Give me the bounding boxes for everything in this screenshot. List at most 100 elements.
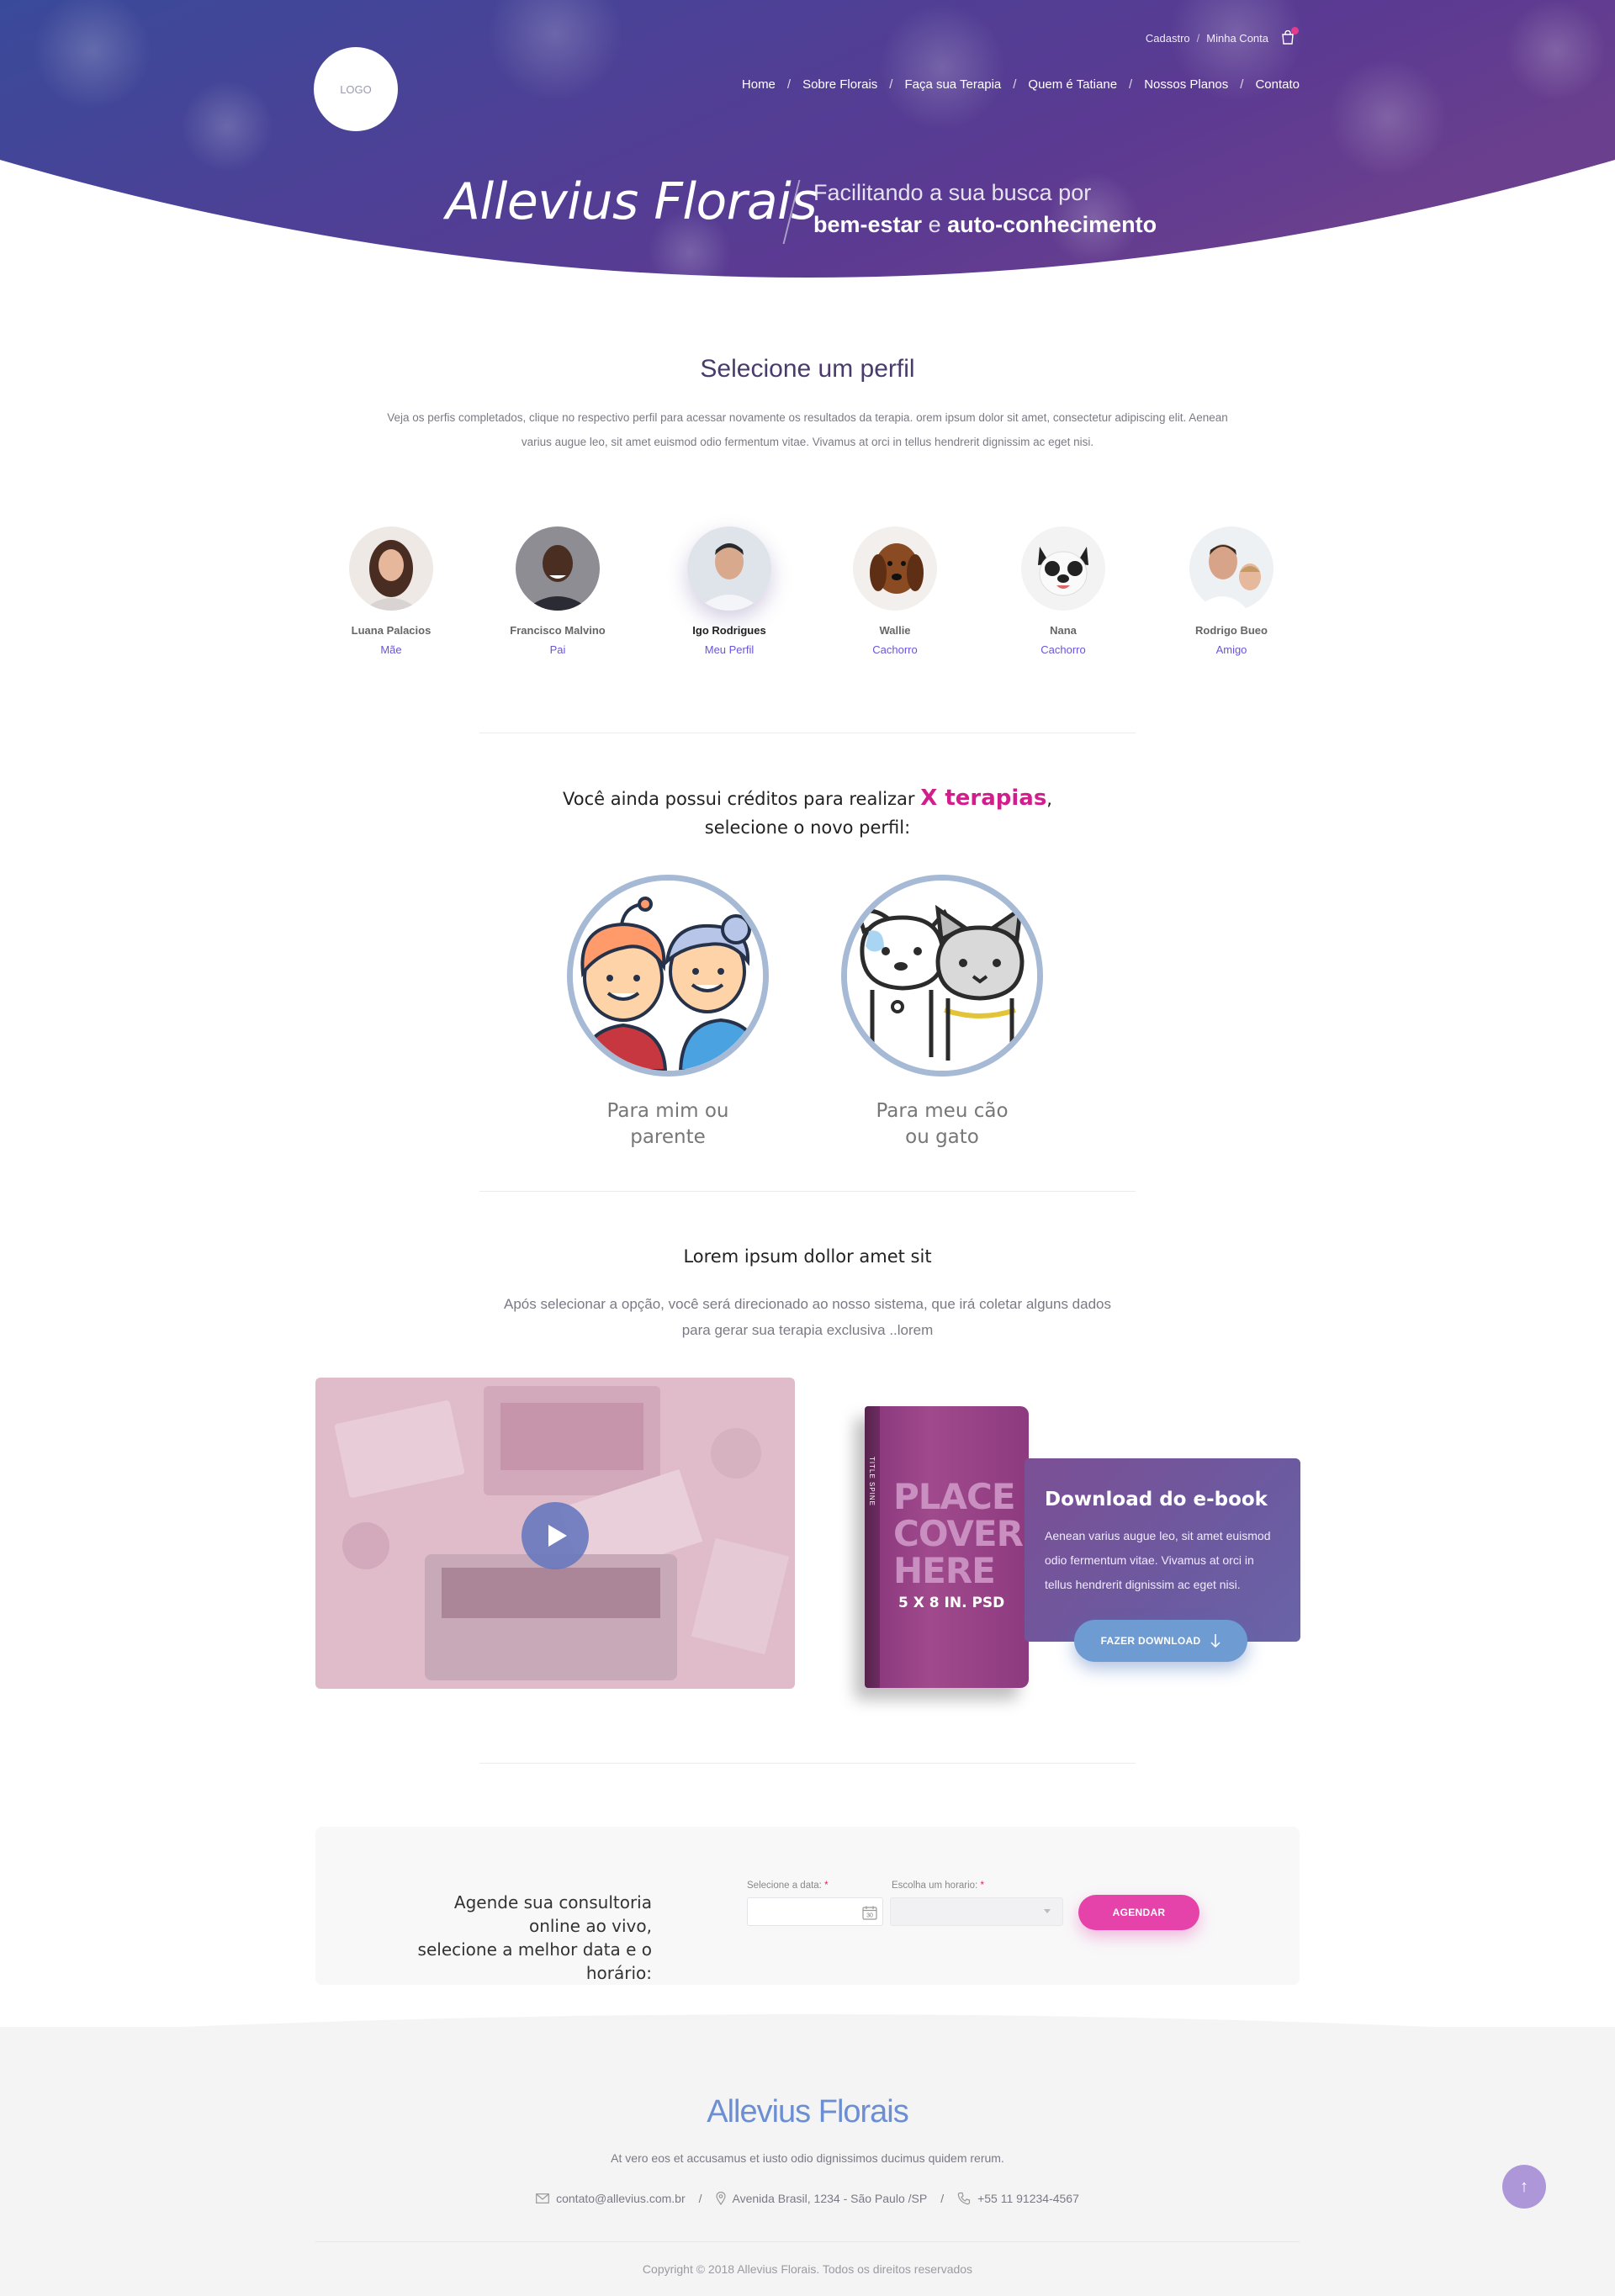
nav-home[interactable]: Home	[742, 77, 776, 92]
choice-person-label-line2: parente	[630, 1126, 706, 1148]
profile-role: Cachorro	[872, 643, 918, 656]
contact-phone[interactable]: +55 11 91234-4567	[957, 2192, 1079, 2205]
calendar-icon[interactable]: 30	[862, 1905, 877, 1920]
profiles-title: Selecione um perfil	[700, 355, 915, 383]
choice-person[interactable]: Para mim ou parente	[559, 875, 777, 1151]
ebook-text: Aenean varius augue leo, sit amet euismo…	[1045, 1529, 1271, 1591]
phone-icon	[957, 2192, 971, 2205]
download-button-label: FAZER DOWNLOAD	[1100, 1635, 1201, 1647]
copyright: Copyright © 2018 Allevius Florais. Todos…	[642, 2262, 973, 2276]
profile-card[interactable]: Rodrigo Bueo Amigo	[1156, 526, 1307, 656]
contact-address-text: Avenida Brasil, 1234 - São Paulo /SP	[732, 2192, 928, 2205]
profile-avatar[interactable]	[687, 526, 771, 611]
choice-person-label-line1: Para mim ou	[606, 1100, 729, 1122]
date-input[interactable]: 30	[747, 1897, 883, 1926]
book-cover-line1: PLACE	[893, 1476, 1016, 1517]
profiles-description: Veja os perfis completados, clique no re…	[387, 411, 1228, 448]
profile-name: Luana Palacios	[351, 624, 432, 637]
nav-separator: /	[786, 77, 792, 92]
choice-pet-label-line1: Para meu cão	[876, 1100, 1009, 1122]
credits-line1: Você ainda possui créditos para realizar	[563, 789, 915, 809]
required-mark: *	[824, 1881, 829, 1891]
hero-banner	[0, 0, 1615, 313]
calendar-day: 30	[866, 1913, 873, 1919]
arrow-up-icon: ↑	[1520, 2177, 1528, 2196]
contact-phone-text: +55 11 91234-4567	[977, 2192, 1079, 2205]
hero-subtitle-connector: e	[928, 212, 941, 237]
back-to-top-button[interactable]: ↑	[1502, 2165, 1546, 2209]
book-cover-line3: HERE	[893, 1550, 996, 1591]
book-cover-line2: COVER	[893, 1513, 1024, 1554]
footer-brand: Allevius Florais	[707, 2094, 909, 2129]
contact-email[interactable]: contato@allevius.com.br	[536, 2192, 686, 2205]
profile-card[interactable]: Wallie Cachorro	[819, 526, 971, 656]
nav-quem-e-tatiane[interactable]: Quem é Tatiane	[1028, 77, 1117, 92]
profile-role: Amigo	[1215, 643, 1247, 656]
profile-name: Nana	[1050, 624, 1077, 637]
footer-contacts: contato@allevius.com.br / Avenida Brasil…	[0, 2192, 1615, 2205]
profile-card[interactable]: Luana Palacios Mãe	[315, 526, 467, 656]
cart-icon[interactable]	[1280, 27, 1299, 45]
people-illustration-icon[interactable]	[567, 875, 769, 1077]
download-ebook-button[interactable]: FAZER DOWNLOAD	[1074, 1620, 1247, 1662]
credits-line2: selecione o novo perfil:	[704, 817, 911, 838]
contact-email-text: contato@allevius.com.br	[556, 2192, 686, 2205]
profile-avatar[interactable]	[1189, 526, 1273, 611]
schedule-button-label: AGENDAR	[1112, 1907, 1166, 1918]
profile-card-active[interactable]: Igo Rodrigues Meu Perfil	[654, 526, 805, 656]
profile-role: Mãe	[380, 643, 402, 656]
nav-nossos-planos[interactable]: Nossos Planos	[1144, 77, 1228, 92]
schedule-button[interactable]: AGENDAR	[1078, 1895, 1199, 1930]
book-size-label: 5 X 8 IN. PSD	[898, 1595, 1005, 1611]
ebook-card: Download do e-book Aenean varius augue l…	[1025, 1458, 1300, 1642]
account-link[interactable]: Minha Conta	[1206, 32, 1268, 45]
book-spine	[865, 1406, 880, 1688]
info-text: Após selecionar a opção, você será direc…	[471, 1291, 1144, 1343]
play-button[interactable]	[522, 1502, 589, 1569]
choice-person-label: Para mim ou parente	[559, 1098, 777, 1151]
top-links-separator: /	[1196, 31, 1200, 45]
main-nav: Home / Sobre Florais / Faça sua Terapia …	[742, 77, 1300, 92]
register-link[interactable]: Cadastro	[1146, 32, 1190, 45]
nav-contato[interactable]: Contato	[1255, 77, 1300, 92]
profile-card[interactable]: Francisco Malvino Pai	[482, 526, 633, 656]
choice-pet[interactable]: Para meu cão ou gato	[833, 875, 1051, 1151]
info-text-line2: para gerar sua terapia exclusiva ..lorem	[681, 1322, 934, 1338]
profile-name: Rodrigo Bueo	[1195, 624, 1268, 637]
play-icon	[548, 1525, 567, 1547]
profile-role: Pai	[549, 643, 566, 656]
hero-title: Allevius Florais	[446, 172, 818, 231]
hero-subtitle-strong2: auto-conhecimento	[947, 212, 1157, 237]
time-label-text: Escolha um horario:	[892, 1881, 978, 1891]
schedule-text-line1: Agende sua consultoria online ao vivo,	[453, 1892, 652, 1936]
book-cover-text: PLACE COVER HERE	[893, 1476, 1024, 1591]
ebook-cover: TITLE SPINE PLACE COVER HERE 5 X 8 IN. P…	[833, 1406, 1051, 1692]
profile-card[interactable]: Nana Cachorro	[988, 526, 1139, 656]
contact-separator: /	[698, 2192, 702, 2205]
video-player[interactable]	[315, 1378, 795, 1689]
nav-separator: /	[1129, 77, 1133, 92]
profiles-list: Luana Palacios Mãe Francisco Malvino Pai…	[0, 526, 1615, 669]
hero-subtitle-strong1: bem-estar	[813, 212, 923, 237]
section-divider	[479, 1763, 1136, 1764]
arrow-down-icon	[1210, 1634, 1221, 1648]
pets-illustration-icon[interactable]	[841, 875, 1043, 1077]
time-select[interactable]	[890, 1897, 1063, 1926]
nav-faca-sua-terapia[interactable]: Faça sua Terapia	[904, 77, 1001, 92]
nav-sobre-florais[interactable]: Sobre Florais	[802, 77, 877, 92]
hero-subtitle: Facilitando a sua busca por bem-estar e …	[813, 177, 1157, 241]
profile-name: Francisco Malvino	[510, 624, 606, 637]
schedule-text: Agende sua consultoria online ao vivo, s…	[408, 1891, 652, 1985]
profile-avatar[interactable]	[349, 526, 433, 611]
nav-separator: /	[889, 77, 893, 92]
schedule-text-line2: selecione a melhor data e o horário:	[417, 1939, 652, 1983]
nav-separator: /	[1240, 77, 1244, 92]
chevron-down-icon	[1044, 1909, 1051, 1913]
top-links: Cadastro / Minha Conta	[1146, 27, 1299, 45]
profile-name: Igo Rodrigues	[692, 624, 766, 637]
profile-avatar[interactable]	[516, 526, 600, 611]
site-logo[interactable]: LOGO	[314, 47, 398, 131]
nav-separator: /	[1013, 77, 1017, 92]
profile-avatar[interactable]	[1021, 526, 1105, 611]
profile-avatar[interactable]	[853, 526, 937, 611]
